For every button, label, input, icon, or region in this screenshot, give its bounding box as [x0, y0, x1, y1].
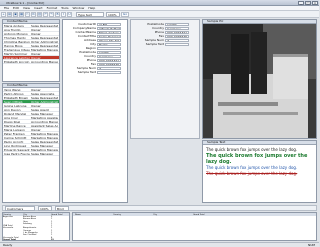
menu-tools[interactable]: Tools — [61, 6, 68, 10]
table-row[interactable]: Jose Pedro Freyre Sales Manager — [3, 152, 59, 156]
menu-edit[interactable]: Edit — [13, 6, 19, 10]
bold-icon[interactable]: B — [55, 11, 60, 17]
menu-insert[interactable]: Insert — [34, 6, 43, 10]
detail-phone-field[interactable]: 030-0074321 — [165, 30, 189, 34]
toolbar: + ▤ ▣ ▦ ✂ ⧉ ▥ ↶ ↷ B I U Type text 100% G… — [0, 11, 319, 18]
maximize-button[interactable]: □ — [305, 1, 311, 5]
underline-icon[interactable]: U — [67, 11, 72, 17]
status-text: Ready — [3, 243, 13, 247]
contact-list-bottom-rows: Yang Wang Owner Pedro Afonso Sales Associa… — [3, 88, 59, 156]
sample-photo — [203, 24, 316, 138]
rich-text-area[interactable]: The quick brown fox jumps over the lazy … — [203, 145, 316, 179]
zoom-select[interactable]: 100% — [106, 11, 120, 17]
view-select[interactable]: Customers — [5, 205, 35, 211]
city-field[interactable]: Berlin — [97, 42, 121, 46]
photo-panel: Sample Pic — [202, 19, 317, 139]
status-bar: Ready NUM — [0, 242, 319, 247]
copy-icon[interactable]: ⧉ — [31, 11, 36, 17]
detail-grid: Name Country City Grand Total — [72, 212, 317, 241]
grand-total-row[interactable]: Grand Total 91 — [3, 239, 69, 241]
country-field[interactable]: Germany — [97, 54, 121, 58]
close-button[interactable]: × — [312, 1, 318, 5]
fax-field[interactable]: 030-0076545 — [97, 62, 121, 66]
contact-name-field[interactable]: Maria Anders — [97, 30, 121, 34]
detail-fax-field[interactable]: 030-0076545 — [165, 34, 189, 38]
region-field[interactable] — [97, 46, 121, 50]
new-icon[interactable]: + — [1, 11, 6, 17]
bottom-toolbar: Customers 100% Bind — [2, 205, 317, 211]
mode-select[interactable]: Bind — [55, 205, 69, 211]
detail-grid-header: Name Country City Grand Total — [73, 213, 316, 216]
menu-file[interactable]: File — [4, 6, 9, 10]
table-row[interactable]: Elizabeth LincolnAccounting Manager — [3, 60, 59, 64]
sample-text-panel: Sample Text The quick brown fox jumps ov… — [202, 140, 317, 203]
customer-id-field[interactable]: ALFKI — [97, 22, 121, 26]
menu-help[interactable]: Help — [88, 6, 95, 10]
zoom-select-bottom[interactable]: 100% — [38, 205, 52, 211]
company-name-field[interactable]: Alfreds Futterkiste — [97, 26, 121, 30]
menu-window[interactable]: Window — [73, 6, 85, 10]
detail-sample-text-field[interactable] — [165, 42, 189, 46]
contact-title-field[interactable]: Sales Representative — [97, 34, 121, 38]
print-icon[interactable]: ▦ — [19, 11, 24, 17]
open-icon[interactable]: ▤ — [7, 11, 12, 17]
italic-icon[interactable]: I — [61, 11, 66, 17]
minimize-button[interactable]: _ — [298, 1, 304, 5]
menu-format[interactable]: Format — [47, 6, 58, 10]
menu-view[interactable]: View — [23, 6, 30, 10]
postal-code-field[interactable]: 12209 — [97, 50, 121, 54]
cut-icon[interactable]: ✂ — [25, 11, 30, 17]
phone-field[interactable]: 030-0074321 — [97, 58, 121, 62]
sample-num-field[interactable]: 7 — [97, 66, 121, 70]
address-field[interactable]: Obere Str. 57 — [97, 38, 121, 42]
go-button[interactable]: Go — [121, 11, 129, 17]
detail-postal-code-field[interactable]: 12209 — [165, 22, 189, 26]
num-lock-indicator: NUM — [307, 243, 315, 247]
detail-fields: PostalCode 12209 Country Germany Phone 030-… — [130, 19, 200, 139]
customer-form: CustomerID ALFKI CompanyName Alfreds Futte… — [62, 19, 128, 203]
pivot-grid: Country City Grand Total Argentina Buenos… — [2, 212, 70, 241]
search-input[interactable]: Type text — [76, 11, 104, 17]
form-row: Sample Text — [131, 42, 199, 46]
paste-icon[interactable]: ▥ — [37, 11, 42, 17]
window-title: XtraRow 9.1 - [ContactUI] — [6, 1, 45, 5]
undo-icon[interactable]: ↶ — [43, 11, 48, 17]
redo-icon[interactable]: ↷ — [49, 11, 54, 17]
detail-sample-num-field[interactable]: 7 — [165, 38, 189, 42]
form-row: Sample Text — [63, 70, 127, 74]
save-icon[interactable]: ▣ — [13, 11, 18, 17]
text-line-2: The quick brown fox jumps over the lazy … — [206, 153, 308, 165]
text-line-4: The quick brown fox jumps over the lazy … — [206, 171, 298, 176]
detail-country-field[interactable]: Germany — [165, 26, 189, 30]
sample-text-field[interactable] — [97, 70, 121, 74]
contact-list-top: ContactName Maria Anders Sales Representa… — [2, 19, 60, 82]
pivot-rows: Argentina Buenos Aires 3 Buenos Aires 1 Gra… — [3, 216, 69, 241]
contact-list-top-rows: Maria AndersSales Representative Ana Tru… — [3, 24, 59, 64]
contact-list-bottom: ContactName Yang Wang Owner Pedro Afonso S… — [2, 83, 60, 203]
